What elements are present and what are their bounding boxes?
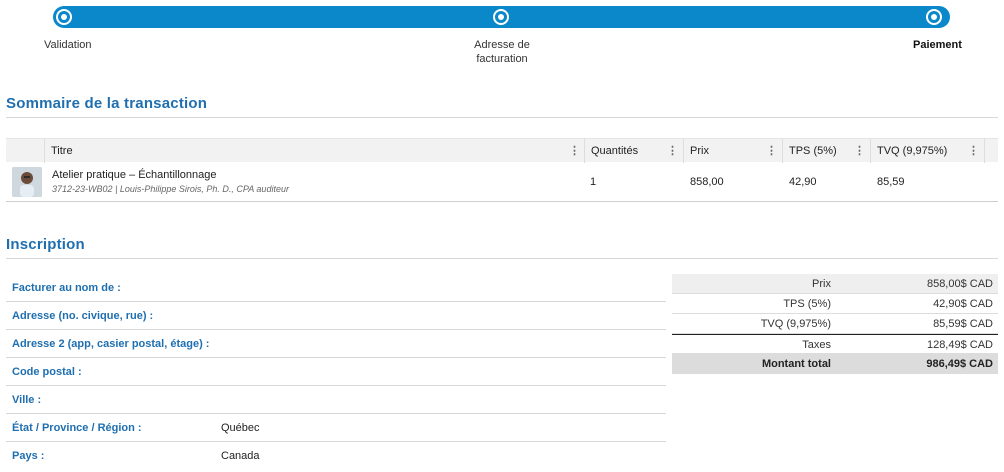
column-header-tps[interactable]: TPS (5%) ⋮ [782, 139, 871, 163]
item-tps: 42,90 [789, 176, 817, 188]
form-row-city: Ville : [6, 386, 666, 414]
total-tps-label: TPS (5%) [783, 298, 831, 310]
form-row-province: État / Province / Région : Québec [6, 414, 666, 442]
item-tvq: 85,59 [877, 176, 905, 188]
item-quantity: 1 [590, 176, 597, 188]
step-label-billing-address[interactable]: Adresse de facturation [474, 38, 530, 66]
step-dot-validation[interactable] [56, 9, 72, 25]
totals-panel: Prix 858,00$ CAD TPS (5%) 42,90$ CAD TVQ… [672, 274, 998, 374]
total-row-price: Prix 858,00$ CAD [672, 274, 998, 294]
table-row: Atelier pratique – Échantillonnage 3712-… [6, 162, 998, 202]
total-tvq-label: TVQ (9,975%) [760, 318, 831, 330]
inscription-title: Inscription [6, 236, 85, 253]
column-menu-icon[interactable]: ⋮ [766, 139, 777, 163]
total-tvq-value: 85,59$ CAD [933, 318, 993, 330]
province-value: Québec [221, 422, 260, 434]
step-label-validation[interactable]: Validation [44, 38, 92, 52]
column-header-tps-label: TPS (5%) [789, 145, 837, 157]
item-price: 858,00 [690, 176, 724, 188]
step-label-billing-line1: Adresse de [474, 39, 530, 51]
column-header-spacer [984, 139, 998, 163]
form-row-address2: Adresse 2 (app, casier postal, étage) : [6, 330, 666, 358]
item-subtitle: 3712-23-WB02 | Louis-Philippe Sirois, Ph… [52, 184, 289, 194]
total-price-label: Prix [812, 278, 831, 290]
form-row-address: Adresse (no. civique, rue) : [6, 302, 666, 330]
country-value: Canada [221, 450, 260, 462]
column-menu-icon[interactable]: ⋮ [968, 139, 979, 163]
item-title: Atelier pratique – Échantillonnage [52, 169, 217, 181]
postal-code-label: Code postal : [12, 366, 82, 378]
step-dot-payment[interactable] [926, 9, 942, 25]
checkout-stepper: Validation Adresse de facturation Paieme… [0, 0, 1004, 70]
column-header-title[interactable]: Titre ⋮ [44, 139, 586, 163]
form-row-country: Pays : Canada [6, 442, 666, 470]
column-header-title-label: Titre [51, 145, 73, 157]
billing-name-label: Facturer au nom de : [12, 282, 121, 294]
column-header-price-label: Prix [690, 145, 709, 157]
total-row-taxes: Taxes 128,49$ CAD [672, 334, 998, 354]
summary-divider [6, 117, 998, 118]
address-label: Adresse (no. civique, rue) : [12, 310, 154, 322]
column-menu-icon[interactable]: ⋮ [854, 139, 865, 163]
step-label-billing-line2: facturation [476, 53, 528, 65]
total-taxes-label: Taxes [802, 339, 831, 351]
grand-total-label: Montant total [761, 358, 831, 370]
column-header-tvq[interactable]: TVQ (9,975%) ⋮ [870, 139, 985, 163]
transaction-table-header: Titre ⋮ Quantités ⋮ Prix ⋮ TPS (5%) ⋮ TV… [6, 138, 998, 163]
inscription-divider [6, 258, 998, 259]
summary-title: Sommaire de la transaction [6, 95, 208, 112]
column-header-price[interactable]: Prix ⋮ [683, 139, 783, 163]
column-menu-icon[interactable]: ⋮ [667, 139, 678, 163]
column-header-quantity[interactable]: Quantités ⋮ [584, 139, 684, 163]
total-row-grand-total: Montant total 986,49$ CAD [672, 354, 998, 374]
address2-label: Adresse 2 (app, casier postal, étage) : [12, 338, 210, 350]
form-row-billing-name: Facturer au nom de : [6, 274, 666, 302]
total-price-value: 858,00$ CAD [926, 278, 993, 290]
province-label: État / Province / Région : [12, 422, 142, 434]
column-menu-icon[interactable]: ⋮ [569, 139, 580, 163]
form-row-postal-code: Code postal : [6, 358, 666, 386]
billing-details: Facturer au nom de : Adresse (no. civiqu… [6, 274, 666, 470]
total-row-tps: TPS (5%) 42,90$ CAD [672, 294, 998, 314]
city-label: Ville : [12, 394, 42, 406]
step-dot-billing-address[interactable] [493, 9, 509, 25]
transaction-table: Titre ⋮ Quantités ⋮ Prix ⋮ TPS (5%) ⋮ TV… [6, 138, 998, 202]
column-header-quantity-label: Quantités [591, 145, 639, 157]
instructor-avatar [12, 167, 42, 197]
total-taxes-value: 128,49$ CAD [926, 339, 993, 351]
total-tps-value: 42,90$ CAD [933, 298, 993, 310]
column-header-tvq-label: TVQ (9,975%) [877, 145, 948, 157]
step-label-payment[interactable]: Paiement [913, 38, 962, 52]
country-label: Pays : [12, 450, 45, 462]
total-row-tvq: TVQ (9,975%) 85,59$ CAD [672, 314, 998, 334]
grand-total-value: 986,49$ CAD [926, 358, 993, 370]
